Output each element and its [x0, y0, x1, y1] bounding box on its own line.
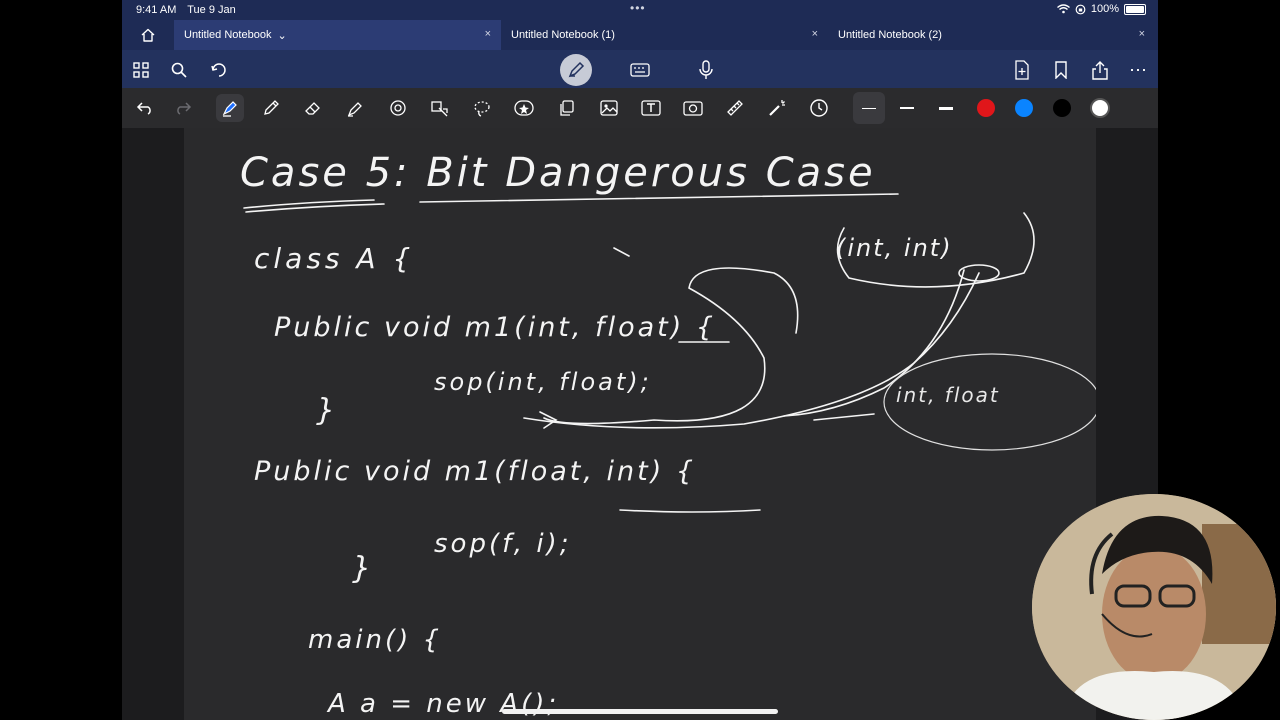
orientation-lock-icon [1075, 4, 1086, 14]
copy-icon[interactable] [555, 96, 579, 120]
stroke-width-thin[interactable] [853, 92, 885, 124]
keyboard-icon[interactable] [627, 57, 653, 83]
color-swatch-red[interactable] [977, 99, 995, 117]
tab-bar: Untitled Notebook ⌄ × Untitled Notebook … [122, 20, 1158, 50]
status-time: 9:41 AM [136, 4, 177, 16]
annotation-int-float: int, float [896, 383, 1000, 407]
shape-icon[interactable] [386, 96, 410, 120]
tab-untitled-notebook-2[interactable]: Untitled Notebook (2) × [828, 20, 1155, 50]
tab-untitled-notebook[interactable]: Untitled Notebook ⌄ × [174, 20, 501, 50]
more-icon[interactable]: ⋯ [1125, 57, 1151, 83]
sticker-icon[interactable] [512, 96, 536, 120]
camera-icon[interactable] [681, 96, 705, 120]
stroke-width-medium[interactable] [895, 96, 919, 120]
annotation-int-int: (int, int) [836, 234, 953, 262]
microphone-icon[interactable] [693, 57, 719, 83]
underline-float-int [619, 509, 761, 513]
tab-title: Untitled Notebook (2) [838, 29, 942, 41]
tab-title: Untitled Notebook (1) [511, 29, 615, 41]
search-icon[interactable] [166, 57, 192, 83]
undo-icon[interactable] [133, 96, 157, 120]
brace-line [613, 247, 630, 257]
ruler-icon[interactable] [723, 96, 747, 120]
presenter-avatar [1032, 494, 1276, 720]
share-icon[interactable] [1087, 57, 1113, 83]
page-title: Case 5: Bit Dangerous Case [240, 150, 876, 196]
battery-percent: 100% [1090, 3, 1119, 15]
tab-title: Untitled Notebook [184, 29, 272, 41]
bookmark-icon[interactable] [1048, 57, 1074, 83]
timer-icon[interactable] [807, 96, 831, 120]
wifi-icon [1056, 4, 1070, 14]
code-line: Public void m1(int, float) { [274, 312, 716, 343]
battery-icon [1124, 3, 1146, 15]
close-icon[interactable]: × [812, 28, 818, 40]
chevron-down-icon[interactable]: ⌄ [277, 29, 286, 42]
lasso-icon[interactable] [428, 96, 452, 120]
home-button[interactable] [122, 20, 174, 50]
status-bar: 9:41 AM Tue 9 Jan ••• 100% [122, 0, 1158, 20]
close-icon[interactable]: × [485, 28, 491, 40]
drawing-toolbar [122, 88, 1158, 128]
color-swatch-blue[interactable] [1015, 99, 1033, 117]
webcam-overlay [1032, 494, 1276, 720]
arrow-loop-2 [813, 413, 875, 421]
pen-mode-icon[interactable] [560, 54, 592, 86]
highlighter-icon[interactable] [343, 96, 367, 120]
top-toolbar: ⋯ [122, 50, 1158, 88]
image-icon[interactable] [597, 96, 621, 120]
fountain-pen-icon[interactable] [216, 94, 244, 122]
status-date: Tue 9 Jan [187, 4, 236, 16]
home-indicator[interactable] [502, 709, 778, 714]
code-line: A a = new A(); [326, 689, 559, 719]
text-box-icon[interactable] [639, 96, 663, 120]
multitask-dots[interactable]: ••• [630, 1, 646, 15]
close-icon[interactable]: × [1139, 28, 1145, 40]
code-line: main() { [308, 625, 442, 655]
notebook-page[interactable]: Case 5: Bit Dangerous Case class A { Pub… [184, 128, 1096, 720]
redo-icon[interactable] [171, 96, 195, 120]
home-icon [141, 28, 155, 42]
tab-untitled-notebook-1[interactable]: Untitled Notebook (1) × [501, 20, 828, 50]
code-line: Public void m1(float, int) { [254, 456, 696, 487]
lasso-select-icon[interactable] [470, 96, 494, 120]
grid-icon[interactable] [128, 57, 154, 83]
lasso-sync-icon[interactable] [206, 57, 232, 83]
stroke-width-thick[interactable] [934, 96, 958, 120]
eraser-icon[interactable] [301, 96, 325, 120]
code-line: sop(f, i); [434, 529, 571, 559]
code-line: } [352, 551, 371, 586]
add-page-icon[interactable] [1009, 57, 1035, 83]
color-swatch-black[interactable] [1053, 99, 1071, 117]
code-line: sop(int, float); [434, 368, 652, 396]
color-swatch-white[interactable] [1090, 98, 1110, 118]
handwriting-layer: Case 5: Bit Dangerous Case class A { Pub… [240, 150, 1096, 719]
code-line: } [316, 393, 335, 428]
laser-pointer-icon[interactable] [765, 96, 789, 120]
code-line: class A { [254, 242, 414, 275]
notebook-app: 9:41 AM Tue 9 Jan ••• 100% Untitled Note… [122, 0, 1158, 720]
connector-loop-1 [543, 267, 799, 425]
pencil-icon[interactable] [259, 96, 283, 120]
